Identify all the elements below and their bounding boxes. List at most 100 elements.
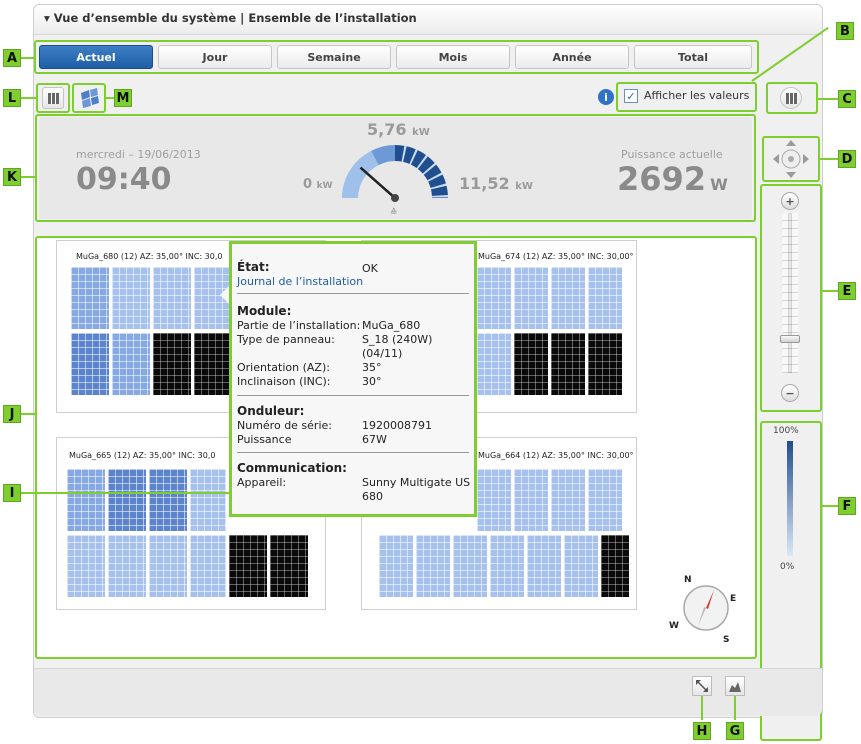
tooltip-value: 680	[362, 490, 383, 503]
grid-view-button[interactable]	[42, 87, 64, 109]
callout-b: B	[836, 22, 854, 40]
solar-panel[interactable]	[66, 468, 106, 532]
callout-i: I	[3, 484, 21, 502]
solar-panel[interactable]	[587, 266, 623, 330]
solar-panel[interactable]	[600, 534, 630, 598]
solar-panel[interactable]	[148, 468, 188, 532]
solar-panel[interactable]	[587, 332, 623, 396]
solar-panel[interactable]	[152, 332, 192, 396]
tooltip-state-label: État:	[237, 260, 270, 274]
pan-up-arrow	[786, 140, 796, 146]
solar-panel[interactable]	[476, 332, 512, 396]
pan-left-arrow	[773, 154, 779, 164]
callout-m: M	[114, 89, 132, 107]
zoom-out-button[interactable]: −	[781, 384, 799, 402]
callout-h: H	[693, 722, 711, 740]
solar-panel[interactable]	[489, 534, 525, 598]
solar-panel[interactable]	[70, 332, 110, 396]
module-tooltip: État: OK Journal de l’installation Modul…	[220, 241, 477, 517]
callout-f: F	[838, 497, 856, 515]
solar-panel[interactable]	[513, 266, 549, 330]
tab-mois[interactable]: Mois	[396, 45, 510, 69]
solar-panel[interactable]	[476, 266, 512, 330]
solar-panel[interactable]	[476, 468, 512, 532]
callout-c: C	[838, 90, 856, 108]
gauge-needle	[359, 166, 396, 199]
gauge-min-unit: kW	[316, 181, 333, 191]
solar-panel[interactable]	[107, 534, 147, 598]
solar-panel[interactable]	[550, 468, 586, 532]
solar-panel[interactable]	[193, 332, 231, 396]
tab-total[interactable]: Total	[634, 45, 752, 69]
current-power: 2692 W	[617, 160, 728, 198]
callout-d: D	[838, 150, 856, 168]
tab-jour[interactable]: Jour	[158, 45, 272, 69]
solar-panel[interactable]	[526, 534, 562, 598]
scale-max-label: 100%	[773, 426, 799, 436]
show-values-label[interactable]: Afficher les valeurs	[644, 89, 749, 102]
tooltip-value: 1920008791	[362, 419, 432, 432]
gauge-min: 0 kW	[303, 177, 333, 192]
window-title[interactable]: ▾ Vue d’ensemble du système | Ensemble d…	[44, 11, 417, 25]
callout-i-line	[21, 492, 229, 494]
fullscreen-button[interactable]	[692, 676, 712, 696]
callout-d-line	[820, 158, 838, 160]
module-card-label: MuGa_680 (12) AZ: 35,00° INC: 30,0	[76, 252, 223, 261]
columns-button[interactable]	[780, 87, 802, 109]
solar-panel[interactable]	[452, 534, 488, 598]
tooltip-value: MuGa_680	[362, 319, 421, 332]
pan-control[interactable]	[772, 139, 810, 179]
solar-panel[interactable]	[563, 534, 599, 598]
solar-panel[interactable]	[66, 534, 106, 598]
tooltip-value: 30°	[362, 375, 382, 388]
solar-panel[interactable]	[111, 266, 151, 330]
solar-panel[interactable]	[152, 266, 192, 330]
solar-panel[interactable]	[550, 266, 586, 330]
solar-panel[interactable]	[269, 534, 309, 598]
tooltip-key: Numéro de série:	[237, 419, 332, 432]
tooltip-value: 67W	[362, 433, 387, 446]
tooltip-key: Partie de l’installation:	[237, 319, 361, 332]
tab-actuel[interactable]: Actuel	[39, 45, 153, 69]
callout-g-line	[734, 696, 736, 720]
tab-semaine[interactable]: Semaine	[277, 45, 391, 69]
journal-link[interactable]: Journal de l’installation	[237, 275, 363, 288]
expand-icon	[696, 680, 708, 692]
solar-panel[interactable]	[228, 534, 268, 598]
solar-panel[interactable]	[189, 534, 227, 598]
callout-a: A	[3, 49, 21, 67]
tooltip-key: Type de panneau:	[237, 333, 335, 346]
tooltip-key: Appareil:	[237, 476, 287, 489]
tooltip-divider	[237, 452, 469, 453]
current-power-value: 2692	[617, 160, 707, 198]
solar-panel[interactable]	[513, 468, 549, 532]
solar-panel[interactable]	[148, 534, 188, 598]
solar-panel[interactable]	[550, 332, 586, 396]
tab-annee[interactable]: Année	[515, 45, 629, 69]
tooltip-value: S_18 (240W)	[362, 333, 433, 346]
current-power-unit: W	[710, 175, 728, 194]
solar-panel[interactable]	[415, 534, 451, 598]
callout-k: K	[3, 168, 21, 186]
zoom-in-button[interactable]: +	[781, 192, 799, 210]
solar-panel[interactable]	[111, 332, 151, 396]
show-values-checkbox[interactable]: ✓	[624, 89, 638, 103]
callout-e-line	[822, 290, 838, 292]
tooltip-module-header: Module:	[237, 304, 292, 318]
solar-panel[interactable]	[189, 468, 227, 532]
zoom-thumb[interactable]	[780, 334, 800, 343]
tooltip-value: 35°	[362, 361, 382, 374]
solar-panel[interactable]	[107, 468, 147, 532]
layout-view-button[interactable]	[78, 87, 100, 109]
solar-panel[interactable]	[70, 266, 110, 330]
gauge-max-value: 5,76	[367, 120, 407, 139]
compass-e: E	[730, 594, 736, 604]
solar-panel[interactable]	[378, 534, 414, 598]
solar-panel[interactable]	[513, 332, 549, 396]
tooltip-inverter-header: Onduleur:	[237, 404, 305, 418]
solar-panel[interactable]	[587, 468, 623, 532]
info-icon[interactable]: i	[598, 89, 614, 105]
gauge-collapse-handle[interactable]: ≙	[390, 208, 398, 218]
chart-view-button[interactable]	[725, 676, 745, 696]
callout-k-line	[21, 176, 36, 178]
